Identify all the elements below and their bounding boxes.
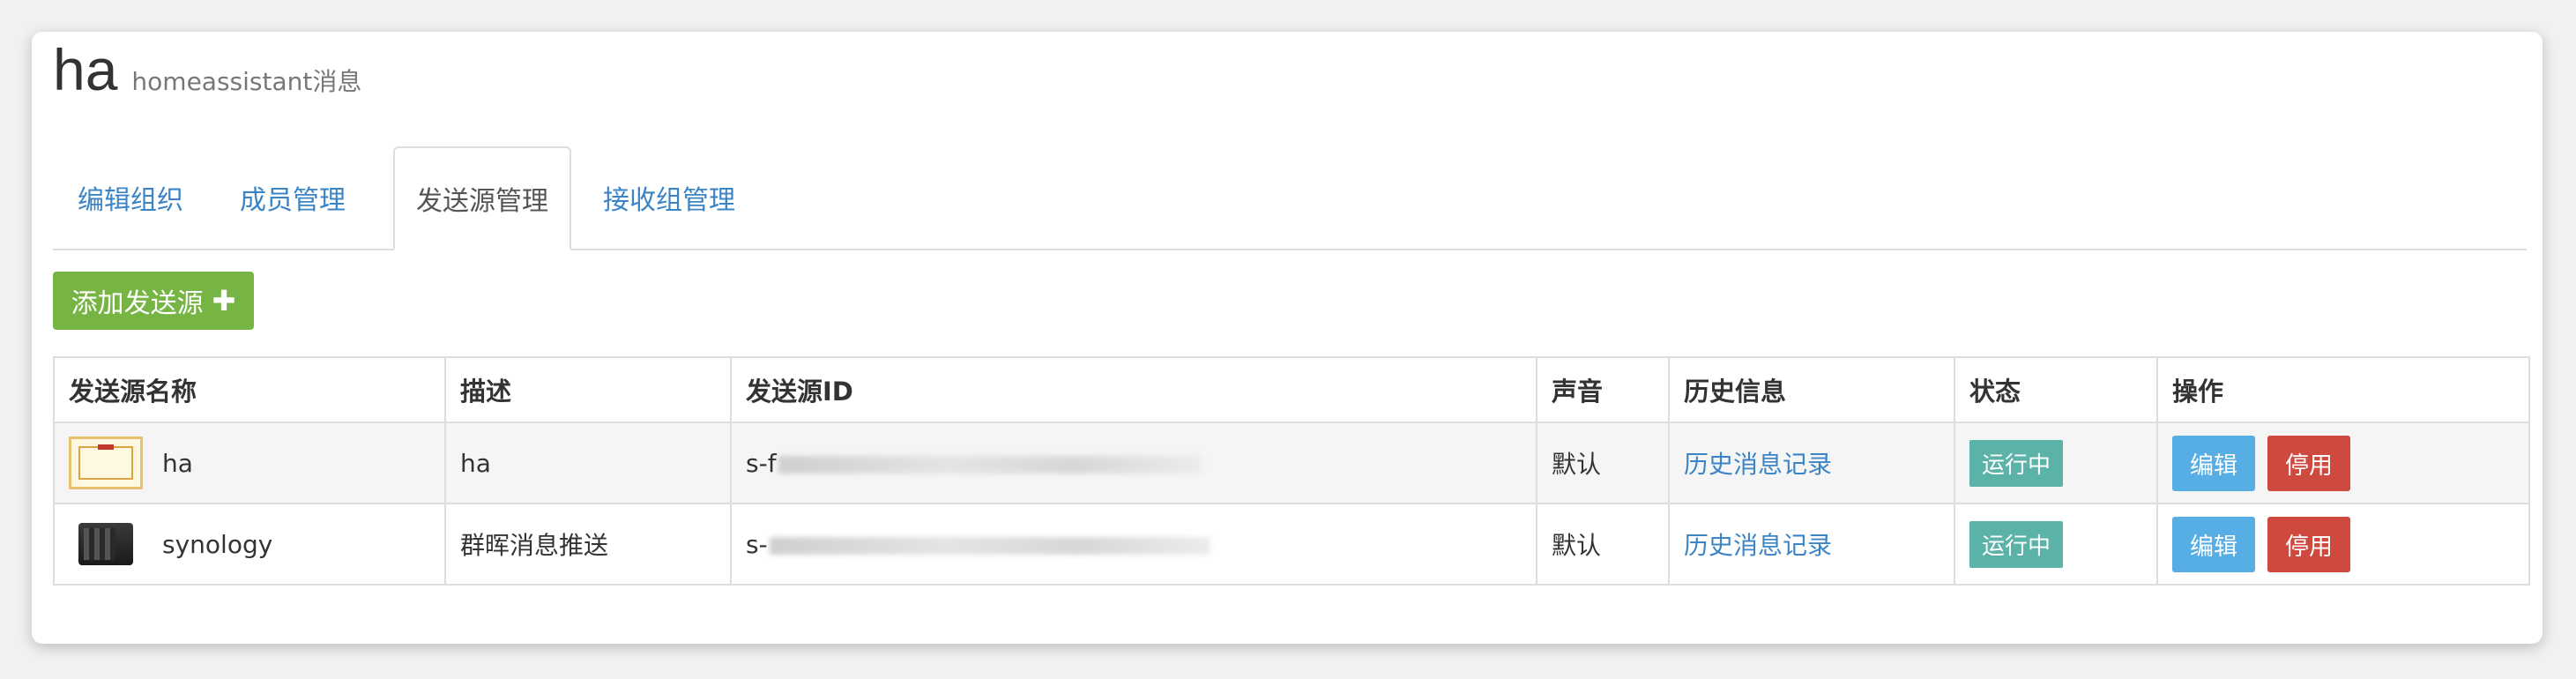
cell-sound: 默认 xyxy=(1536,503,1670,586)
sender-table: 发送源名称 描述 发送源ID 声音 历史信息 状态 操作 ha ha s-f 默… xyxy=(53,356,2530,586)
cell-history: 历史消息记录 xyxy=(1668,422,1955,504)
tab-receiver-groups[interactable]: 接收组管理 xyxy=(577,146,762,249)
certificate-icon xyxy=(69,436,143,489)
cell-description: ha xyxy=(444,422,732,504)
tab-edit-org[interactable]: 编辑组织 xyxy=(53,146,208,249)
add-sender-button[interactable]: 添加发送源 ✚ xyxy=(53,272,254,330)
col-header-name: 发送源名称 xyxy=(53,356,446,423)
nas-device-icon xyxy=(69,518,143,571)
history-link[interactable]: 历史消息记录 xyxy=(1684,450,1832,479)
col-header-id: 发送源ID xyxy=(730,356,1537,423)
sender-id: s- xyxy=(746,529,768,559)
table-row: ha ha s-f 默认 历史消息记录 运行中 编辑 停用 xyxy=(53,422,2530,504)
cell-actions: 编辑 停用 xyxy=(2156,422,2530,504)
cell-description: 群晖消息推送 xyxy=(444,503,732,586)
table-row: synology 群晖消息推送 s- 默认 历史消息记录 运行中 编辑 停用 xyxy=(53,503,2530,586)
cell-id: s- xyxy=(730,503,1537,586)
cell-id: s-f xyxy=(730,422,1537,504)
cell-name: ha xyxy=(53,422,446,504)
tab-bar: 编辑组织 成员管理 发送源管理 接收组管理 xyxy=(53,146,2527,250)
cell-status: 运行中 xyxy=(1954,422,2158,504)
history-link[interactable]: 历史消息记录 xyxy=(1684,531,1832,560)
edit-button[interactable]: 编辑 xyxy=(2172,435,2255,491)
org-name: ha xyxy=(53,37,118,102)
cell-history: 历史消息记录 xyxy=(1668,503,1955,586)
org-description: homeassistant消息 xyxy=(131,67,362,96)
cell-name: synology xyxy=(53,503,446,586)
redacted-id xyxy=(769,536,1210,555)
col-header-history: 历史信息 xyxy=(1668,356,1955,423)
edit-button[interactable]: 编辑 xyxy=(2172,516,2255,572)
plus-icon: ✚ xyxy=(212,284,236,317)
main-panel: ha homeassistant消息 编辑组织 成员管理 发送源管理 接收组管理… xyxy=(32,32,2542,644)
disable-button[interactable]: 停用 xyxy=(2267,516,2350,572)
status-badge: 运行中 xyxy=(1969,520,2064,568)
col-header-actions: 操作 xyxy=(2156,356,2530,423)
col-header-description: 描述 xyxy=(444,356,732,423)
cell-sound: 默认 xyxy=(1536,422,1670,504)
sender-name: synology xyxy=(162,529,273,559)
sender-name: ha xyxy=(162,448,193,478)
cell-actions: 编辑 停用 xyxy=(2156,503,2530,586)
status-badge: 运行中 xyxy=(1969,439,2064,487)
col-header-sound: 声音 xyxy=(1536,356,1670,423)
tab-members[interactable]: 成员管理 xyxy=(208,146,377,249)
tab-senders[interactable]: 发送源管理 xyxy=(393,146,571,250)
redacted-id xyxy=(778,455,1202,474)
cell-status: 运行中 xyxy=(1954,503,2158,586)
disable-button[interactable]: 停用 xyxy=(2267,435,2350,491)
add-sender-label: 添加发送源 xyxy=(71,288,204,319)
page-title: ha homeassistant消息 xyxy=(53,41,361,99)
col-header-status: 状态 xyxy=(1954,356,2158,423)
sender-id: s-f xyxy=(746,448,777,478)
table-header-row: 发送源名称 描述 发送源ID 声音 历史信息 状态 操作 xyxy=(53,356,2530,423)
